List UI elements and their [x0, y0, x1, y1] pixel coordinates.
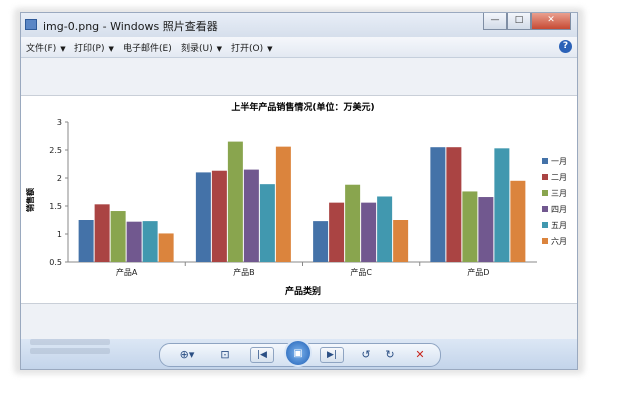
- ghost-line: [30, 348, 110, 354]
- legend-swatch: [542, 158, 548, 164]
- menu-burn[interactable]: 刻录(U) ▼: [181, 41, 222, 54]
- bar-1-2: [94, 204, 110, 262]
- delete-icon[interactable]: ✕: [412, 347, 428, 363]
- bar-4-3: [462, 191, 478, 262]
- menu-email[interactable]: 电子邮件(E): [123, 41, 172, 54]
- y-axis-label: 销售额: [25, 188, 35, 212]
- legend-swatch: [542, 174, 548, 180]
- menu-file-label: 文件(F): [26, 44, 57, 54]
- photo-viewer-app-icon: [25, 19, 37, 30]
- toolbar-pill: ⊕▾ ⊡ |◀ ▣ ▶| ↺ ↻ ✕: [159, 339, 441, 367]
- legend-label: 四月: [551, 205, 567, 214]
- window-controls: — □ ✕: [483, 13, 571, 31]
- y-tick-label: 3: [57, 118, 62, 127]
- bar-4-6: [510, 180, 526, 262]
- maximize-button[interactable]: □: [507, 13, 531, 30]
- bar-1-3: [110, 211, 126, 262]
- bar-2-1: [195, 172, 211, 262]
- rotate-counterclockwise-icon[interactable]: ↺: [358, 347, 374, 363]
- legend-swatch: [542, 206, 548, 212]
- displayed-image: 上半年产品销售情况(单位：万美元) 销售额 产品类别 0.5 1 1.5 2 2.5 3 产…: [21, 95, 577, 304]
- menu-file[interactable]: 文件(F) ▼: [26, 41, 66, 54]
- y-tick-label: 1: [57, 230, 62, 239]
- chevron-down-icon: ▼: [60, 45, 66, 53]
- bar-2-6: [275, 146, 291, 262]
- x-tick-label: 产品C: [350, 267, 372, 277]
- previous-button[interactable]: |◀: [250, 347, 274, 363]
- x-tick-label: 产品B: [233, 267, 255, 277]
- y-tick-label: 2.5: [49, 146, 62, 155]
- legend-label: 五月: [551, 221, 567, 230]
- next-button[interactable]: ▶|: [320, 347, 344, 363]
- menu-bar: 文件(F) ▼ 打印(P) ▼ 电子邮件(E) 刻录(U) ▼ 打开(O) ▼ ?: [21, 37, 577, 58]
- legend-label: 六月: [551, 236, 567, 246]
- bar-1-1: [78, 220, 94, 262]
- help-icon[interactable]: ?: [559, 40, 572, 53]
- menu-print[interactable]: 打印(P) ▼: [74, 41, 114, 54]
- y-tick-label: 2: [57, 174, 62, 183]
- bar-3-3: [345, 184, 361, 262]
- legend-label: 一月: [551, 157, 567, 166]
- menu-print-label: 打印(P): [74, 44, 105, 54]
- menu-open-label: 打开(O): [231, 44, 264, 54]
- x-axis-label: 产品类别: [285, 285, 321, 297]
- bar-2-2: [211, 170, 227, 262]
- close-button[interactable]: ✕: [531, 13, 571, 30]
- bar-1-5: [142, 221, 158, 262]
- legend-swatch: [542, 222, 548, 228]
- chart-legend: 一月二月三月四月五月六月: [542, 157, 567, 246]
- image-viewer-area: 上半年产品销售情况(单位：万美元) 销售额 产品类别 0.5 1 1.5 2 2.5 3 产…: [21, 58, 577, 339]
- fit-window-icon[interactable]: ⊡: [216, 347, 234, 363]
- bar-3-2: [329, 202, 345, 262]
- taskbar-ghost: [20, 336, 120, 366]
- menu-email-label: 电子邮件(E): [123, 44, 172, 54]
- menu-open[interactable]: 打开(O) ▼: [231, 41, 273, 54]
- y-tick-label: 0.5: [49, 258, 62, 267]
- bar-2-3: [227, 141, 243, 262]
- title-bar[interactable]: img-0.png - Windows 照片查看器 — □ ✕: [21, 13, 577, 37]
- bar-3-5: [377, 196, 393, 262]
- zoom-icon[interactable]: ⊕▾: [174, 347, 200, 363]
- window-title: img-0.png - Windows 照片查看器: [43, 20, 218, 33]
- rotate-clockwise-icon[interactable]: ↻: [382, 347, 398, 363]
- bar-4-4: [478, 197, 494, 262]
- bar-3-1: [313, 221, 329, 262]
- slideshow-button[interactable]: ▣: [284, 339, 312, 367]
- x-tick-label: 产品A: [116, 267, 138, 277]
- chevron-down-icon: ▼: [108, 45, 114, 53]
- legend-swatch: [542, 190, 548, 196]
- bar-chart: 上半年产品销售情况(单位：万美元) 销售额 产品类别 0.5 1 1.5 2 2.5 3 产…: [25, 101, 567, 297]
- bar-2-4: [243, 169, 259, 262]
- menu-burn-label: 刻录(U): [181, 44, 213, 54]
- legend-label: 二月: [551, 173, 567, 182]
- y-tick-label: 1.5: [49, 202, 62, 211]
- bar-4-1: [430, 147, 446, 262]
- legend-label: 三月: [551, 189, 567, 198]
- chart-title: 上半年产品销售情况(单位：万美元): [231, 101, 374, 113]
- x-tick-label: 产品D: [467, 267, 489, 277]
- chevron-down-icon: ▼: [267, 45, 273, 53]
- bar-4-2: [446, 147, 462, 262]
- ghost-line: [30, 339, 110, 345]
- legend-swatch: [542, 238, 548, 244]
- photo-viewer-window: img-0.png - Windows 照片查看器 — □ ✕ 文件(F) ▼ 打…: [20, 12, 578, 370]
- plot-area: 0.5 1 1.5 2 2.5 3 产品A 产品B 产品C 产品D: [49, 118, 537, 277]
- bar-2-5: [259, 184, 275, 262]
- bar-3-4: [361, 202, 377, 262]
- chevron-down-icon: ▼: [216, 45, 223, 53]
- bar-1-4: [126, 221, 142, 262]
- bar-1-6: [158, 233, 174, 262]
- minimize-button[interactable]: —: [483, 13, 507, 30]
- bar-3-6: [393, 220, 409, 262]
- bar-4-5: [494, 148, 510, 262]
